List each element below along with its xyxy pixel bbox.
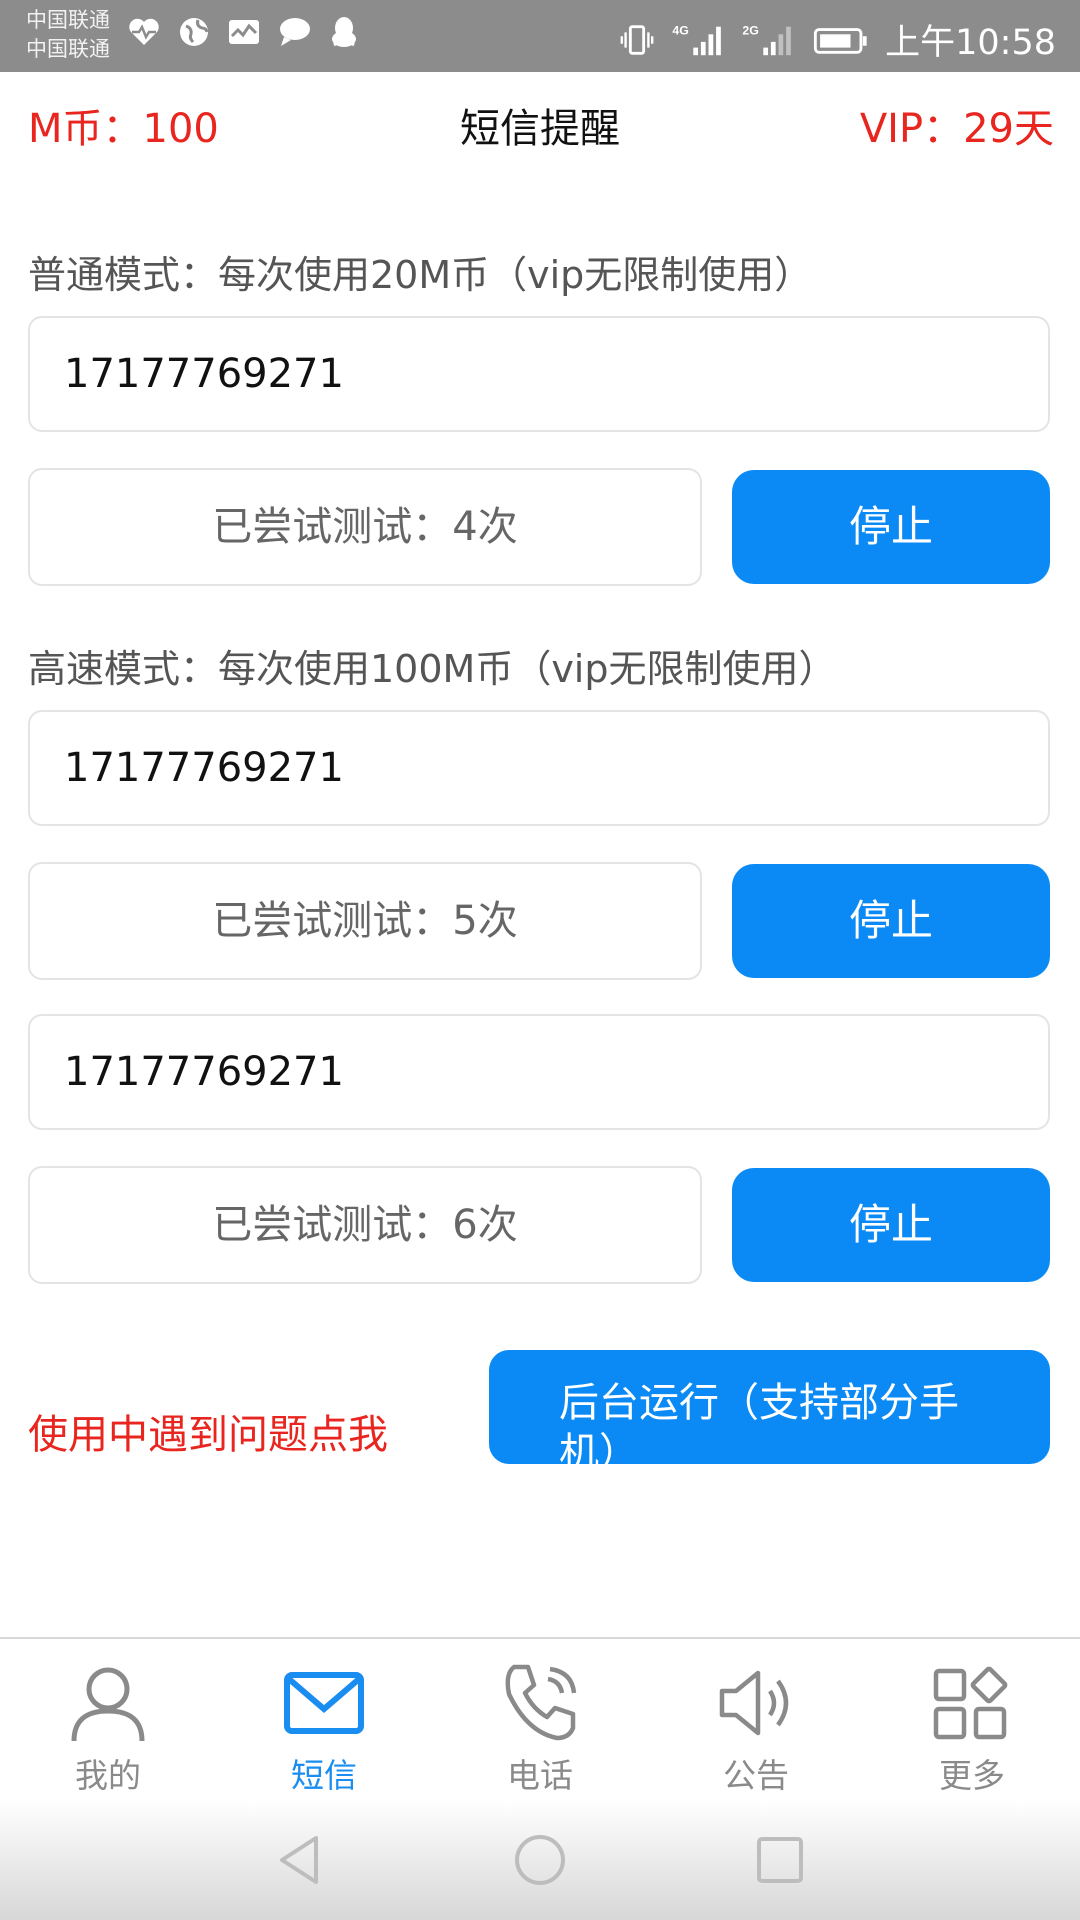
globe-icon — [180, 18, 209, 46]
phone-icon — [505, 1664, 577, 1741]
vip-days: VIP：29天 — [859, 106, 1054, 152]
chat-bubble-icon — [280, 18, 310, 46]
nav-tab-phone[interactable]: 电话 — [470, 1661, 610, 1797]
status-bar: 中国联通 中国联通 4G 2G 上午10:58 — [0, 0, 1080, 72]
normal-phone-input[interactable]: 17177769271 — [28, 316, 1050, 432]
nav-tab-more[interactable]: 更多 — [902, 1661, 1042, 1797]
fast-mode-label: 高速模式：每次使用100M币（vip无限制使用） — [28, 647, 837, 691]
normal-tries-count: 已尝试测试：4次 — [28, 468, 702, 586]
coin-balance: M币：100 — [28, 106, 219, 152]
heartbeat-icon — [129, 18, 159, 45]
carrier-name-1: 中国联通 — [26, 8, 110, 32]
back-icon[interactable] — [272, 1832, 328, 1888]
app-header: 短信提醒 M币：100 VIP：29天 — [0, 72, 1080, 168]
fast-stop-button-1[interactable]: 停止 — [732, 864, 1050, 978]
fast-tries-count-1: 已尝试测试：5次 — [28, 862, 702, 980]
signal-icon: 4G — [673, 23, 721, 55]
nav-label-sms: 短信 — [291, 1756, 357, 1795]
envelope-icon — [284, 1672, 364, 1734]
bottom-nav: 我的 短信 电话 公告 更多 — [0, 1637, 1080, 1801]
help-link[interactable]: 使用中遇到问题点我 — [28, 1402, 388, 1460]
normal-stop-button[interactable]: 停止 — [732, 470, 1050, 584]
nav-label-mine: 我的 — [75, 1756, 141, 1795]
carrier-names: 中国联通 中国联通 — [26, 6, 110, 64]
signal-icon-2: 2G — [743, 23, 791, 55]
notification-icons — [126, 14, 362, 50]
grid-more-icon — [933, 1666, 1008, 1740]
vibrate-icon — [620, 24, 654, 55]
network-type-1: 4G — [673, 23, 689, 37]
fast-tries-count-2: 已尝试测试：6次 — [28, 1166, 702, 1284]
clock: 上午10:58 — [885, 23, 1056, 63]
background-run-button[interactable]: 后台运行（支持部分手机） — [489, 1350, 1050, 1464]
fast-phone-input-2[interactable]: 17177769271 — [28, 1014, 1050, 1130]
home-icon[interactable] — [512, 1832, 568, 1888]
nav-label-notice: 公告 — [723, 1756, 789, 1795]
qq-penguin-icon — [332, 17, 356, 47]
system-status: 4G 2G 上午10:58 — [617, 14, 1056, 65]
nav-tab-sms[interactable]: 短信 — [254, 1661, 394, 1797]
speaker-icon — [719, 1670, 789, 1736]
carrier-name-2: 中国联通 — [26, 37, 110, 61]
recents-icon[interactable] — [752, 1832, 808, 1888]
nav-tab-notice[interactable]: 公告 — [686, 1661, 826, 1797]
nav-tab-mine[interactable]: 我的 — [38, 1661, 178, 1797]
fast-stop-button-2[interactable]: 停止 — [732, 1168, 1050, 1282]
network-type-2: 2G — [743, 23, 759, 37]
nav-label-more: 更多 — [939, 1756, 1005, 1795]
person-icon — [71, 1667, 145, 1742]
battery-icon — [814, 27, 867, 54]
activity-monitor-icon — [229, 20, 259, 44]
normal-mode-label: 普通模式：每次使用20M币（vip无限制使用） — [28, 253, 813, 297]
nav-label-phone: 电话 — [507, 1756, 573, 1795]
system-nav-bar — [0, 1800, 1080, 1920]
fast-phone-input-1[interactable]: 17177769271 — [28, 710, 1050, 826]
